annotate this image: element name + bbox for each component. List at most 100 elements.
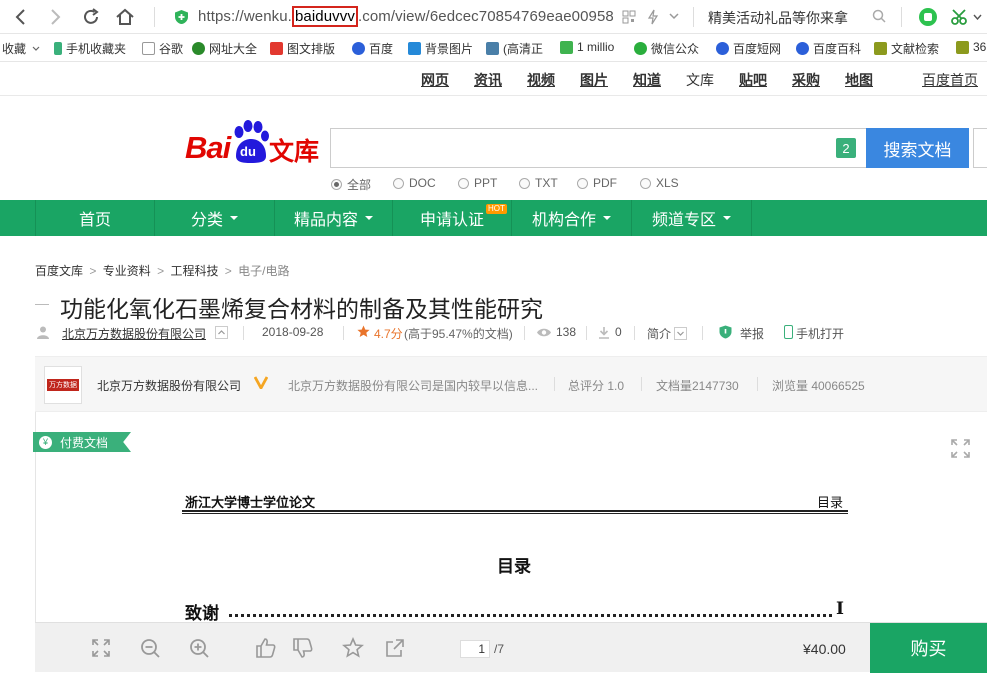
nav-item-institution[interactable]: 机构合作 <box>512 200 632 236</box>
bookmark-item[interactable]: 文献检索 <box>874 40 939 57</box>
filter-pdf[interactable]: PDF <box>577 176 617 190</box>
toc-leader <box>229 614 832 617</box>
zoom-out-icon[interactable] <box>139 637 161 659</box>
wechat-icon[interactable] <box>918 7 938 27</box>
filter-txt[interactable]: TXT <box>519 176 558 190</box>
caret-down-icon <box>723 216 731 220</box>
bookmark-item[interactable]: 收藏 <box>2 40 40 57</box>
refresh-icon[interactable] <box>80 6 102 28</box>
upload-date: 2018-09-28 <box>262 325 324 339</box>
rating-note: (高于95.47%的文档) <box>404 327 513 341</box>
topnav-item-video[interactable]: 视频 <box>527 70 555 90</box>
nav-item-certification[interactable]: 申请认证 HOT <box>393 200 512 236</box>
topnav-item-purchase[interactable]: 采购 <box>792 70 820 90</box>
page-header-right: 目录 <box>817 496 844 511</box>
bookmark-item[interactable]: 百度 <box>352 40 393 57</box>
filter-ppt[interactable]: PPT <box>458 176 497 190</box>
caret-down-icon <box>603 216 611 220</box>
star-icon <box>357 325 370 338</box>
bookmark-item[interactable]: 网址大全 <box>192 40 257 57</box>
thumbs-down-icon[interactable] <box>292 637 314 659</box>
bookmark-item[interactable]: 百度短网 <box>716 40 781 57</box>
title-dash <box>35 304 49 305</box>
page-number-input[interactable]: 1 <box>460 640 490 658</box>
author-expand-button[interactable] <box>215 326 228 339</box>
topnav-item-zhidao[interactable]: 知道 <box>633 70 661 90</box>
url-field[interactable]: https://wenku. baiduvvv .com/view/6edcec70… <box>198 6 614 27</box>
nav-item-home[interactable]: 首页 <box>35 200 155 236</box>
bookmark-item[interactable]: 图文排版 <box>270 40 335 57</box>
browser-address-bar: https://wenku. baiduvvv .com/view/6edcec70… <box>0 0 987 34</box>
thumbs-up-icon[interactable] <box>255 637 277 659</box>
bookmark-item[interactable]: 1 millio <box>560 40 614 54</box>
baidu-wenku-logo[interactable]: Bai du 文库 <box>185 120 325 168</box>
chevron-down-icon[interactable] <box>669 13 679 20</box>
breadcrumb-item[interactable]: 百度文库 <box>35 264 83 278</box>
search-suggestion[interactable]: 精美活动礼品等你来拿 <box>708 8 848 28</box>
bookmark-item[interactable]: (高清正 <box>486 40 543 57</box>
open-on-mobile-link[interactable]: 手机打开 <box>796 325 844 342</box>
secure-shield-icon <box>174 9 189 25</box>
breadcrumb-item[interactable]: 电子/电路 <box>238 264 289 278</box>
forward-icon[interactable] <box>44 6 66 28</box>
download-count: 0 <box>615 325 622 339</box>
filter-xls[interactable]: XLS <box>640 176 679 190</box>
topnav-item-images[interactable]: 图片 <box>580 70 608 90</box>
nav-item-premium[interactable]: 精品内容 <box>275 200 393 236</box>
bookmark-item[interactable]: 百度百科 <box>796 40 861 57</box>
page-total: /7 <box>494 642 505 656</box>
summary-toggle[interactable]: 简介 <box>647 325 688 342</box>
bookmark-item[interactable]: 手机收藏夹 <box>54 40 126 57</box>
price: ¥40.00 <box>803 641 846 657</box>
radio-icon <box>458 177 469 189</box>
filter-doc[interactable]: DOC <box>393 176 436 190</box>
bookmark-item[interactable]: 36 <box>956 40 986 54</box>
bookmark-item[interactable]: 微信公众 <box>634 40 699 57</box>
caret-down-icon <box>230 216 238 220</box>
scissors-icon[interactable] <box>951 8 969 26</box>
topnav-item-map[interactable]: 地图 <box>845 70 873 90</box>
filter-all[interactable]: 全部 <box>331 176 371 193</box>
search-input[interactable] <box>330 128 866 168</box>
topnav-item-wenku[interactable]: 文库 <box>686 70 714 90</box>
zoom-in-icon[interactable] <box>188 637 210 659</box>
publisher-view-count: 浏览量 40066525 <box>772 379 865 393</box>
search-icon[interactable] <box>872 9 886 23</box>
radio-icon <box>577 177 588 189</box>
bookmark-item[interactable]: 谷歌 <box>142 40 183 57</box>
share-icon[interactable] <box>384 637 406 659</box>
topnav-item-home[interactable]: 百度首页 <box>922 70 978 90</box>
lightning-icon[interactable] <box>647 9 659 25</box>
paid-document-badge: ¥ 付费文档 <box>33 432 131 452</box>
breadcrumb-item[interactable]: 专业资料 <box>103 264 151 278</box>
user-icon <box>36 325 50 339</box>
nav-item-category[interactable]: 分类 <box>155 200 275 236</box>
breadcrumb-item[interactable]: 工程科技 <box>170 264 218 278</box>
nav-item-channels[interactable]: 频道专区 <box>632 200 752 236</box>
advanced-search-button[interactable] <box>973 128 987 168</box>
document-title: 功能化氧化石墨烯复合材料的制备及其性能研究 <box>60 296 543 322</box>
buy-button[interactable]: 购买 <box>870 623 987 673</box>
view-count: 138 <box>556 325 577 339</box>
star-icon[interactable] <box>342 637 364 659</box>
topnav-item-web[interactable]: 网页 <box>421 70 449 90</box>
publisher-logo[interactable]: 万方数据 <box>44 366 82 404</box>
bookmark-item[interactable]: 背景图片 <box>408 40 473 57</box>
report-link[interactable]: 举报 <box>740 325 764 342</box>
topnav-item-tieba[interactable]: 贴吧 <box>739 70 767 90</box>
search-button[interactable]: 搜索文档 <box>866 128 969 168</box>
publisher-name[interactable]: 北京万方数据股份有限公司 <box>97 377 241 394</box>
author-link[interactable]: 北京万方数据股份有限公司 <box>62 325 206 342</box>
baidu-top-nav: 网页 资讯 视频 图片 知道 文库 贴吧 采购 地图 百度首页 <box>0 62 987 96</box>
radio-icon <box>331 179 342 190</box>
publisher-description: 北京万方数据股份有限公司是国内较早以信息... <box>288 379 539 393</box>
home-icon[interactable] <box>114 6 136 28</box>
url-highlight: baiduvvv <box>291 6 358 27</box>
expand-icon[interactable] <box>90 637 112 659</box>
back-icon[interactable] <box>10 6 32 28</box>
fullscreen-icon[interactable] <box>951 439 970 458</box>
radio-icon <box>640 177 651 189</box>
topnav-item-news[interactable]: 资讯 <box>474 70 502 90</box>
chevron-down-icon[interactable] <box>973 14 982 20</box>
qr-code-icon[interactable] <box>622 10 636 24</box>
